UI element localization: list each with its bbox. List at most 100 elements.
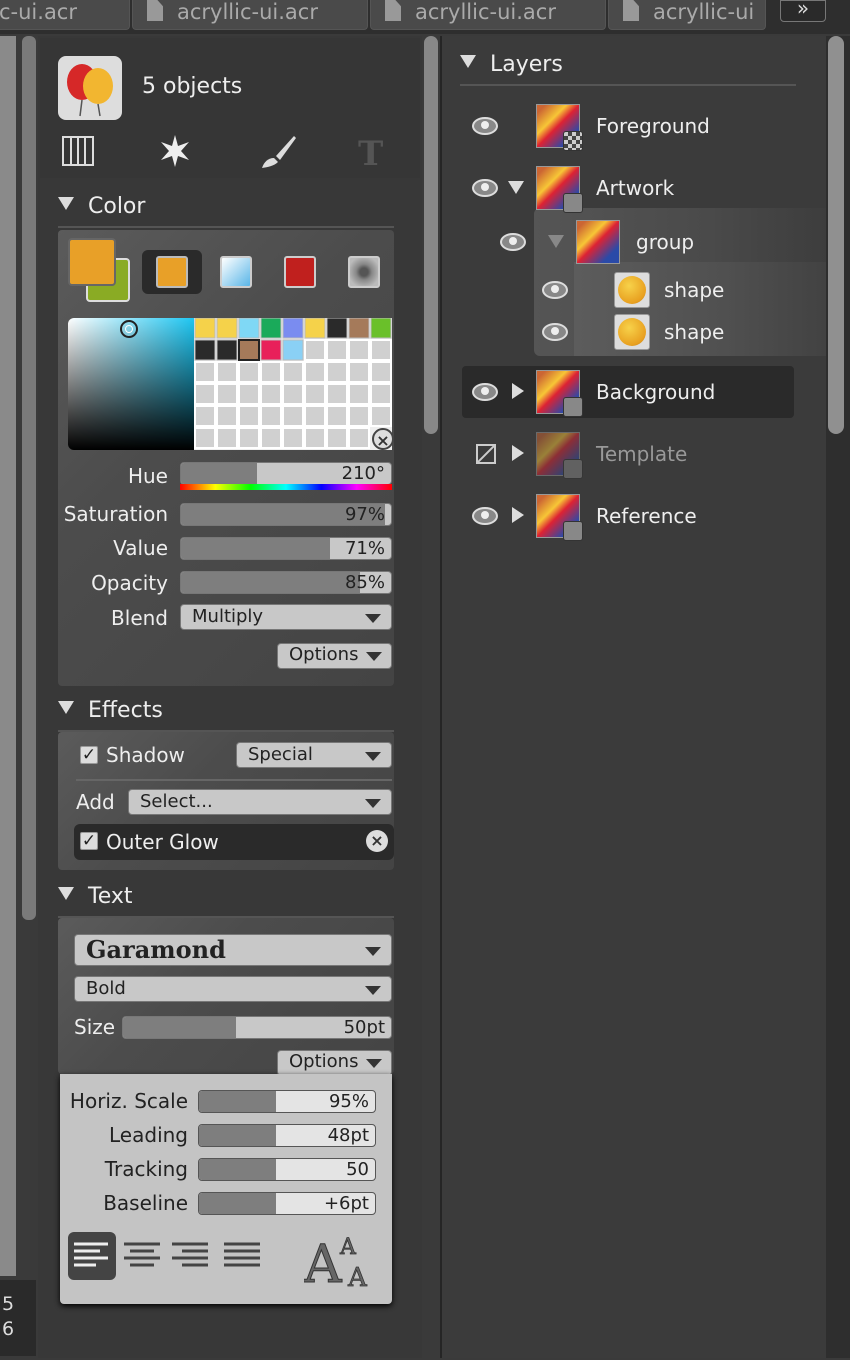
document-tab[interactable]: acryllic-ui.acr (370, 0, 606, 30)
eye-icon[interactable] (542, 323, 568, 341)
layer-name[interactable]: Foreground (596, 114, 710, 138)
align-left-button[interactable] (68, 1232, 116, 1280)
layer-name[interactable]: shape (664, 320, 724, 344)
horiz-scale-slider[interactable]: 95% (198, 1090, 376, 1113)
document-tab[interactable]: acryllic-ui.acr (132, 0, 368, 30)
clear-palette-icon[interactable]: × (372, 428, 394, 450)
shadow-mode-select[interactable]: Special (236, 742, 392, 768)
eye-icon[interactable] (542, 281, 568, 299)
effects-section-header[interactable]: Effects (58, 698, 163, 723)
leading-label: Leading (109, 1123, 188, 1147)
layer-name[interactable]: shape (664, 278, 724, 302)
saturation-value-field[interactable] (68, 318, 194, 450)
vector-path-icon (563, 459, 583, 479)
blend-mode-select[interactable]: Multiply (180, 604, 392, 630)
collapse-icon (460, 55, 476, 68)
select-value: Bold (86, 978, 126, 999)
expand-right-icon[interactable] (512, 507, 524, 523)
section-title: Effects (88, 698, 163, 723)
hue-spectrum (180, 484, 392, 490)
effects-icon[interactable] (158, 134, 192, 168)
baseline-slider[interactable]: +6pt (198, 1192, 376, 1215)
layer-thumbnail (536, 494, 583, 541)
eye-icon[interactable] (472, 179, 498, 197)
chevron-down-icon (365, 947, 381, 956)
brush-icon[interactable] (258, 134, 298, 170)
color-palette[interactable] (194, 317, 392, 450)
columns-icon[interactable] (62, 136, 94, 166)
section-title: Layers (490, 52, 563, 77)
size-label: Size (74, 1015, 116, 1039)
leading-slider[interactable]: 48pt (198, 1124, 376, 1147)
slider-value: 97% (344, 504, 385, 525)
text-style-icon[interactable]: AAA (303, 1230, 378, 1296)
canvas-scrollbar[interactable] (22, 36, 36, 920)
eye-icon[interactable] (472, 507, 498, 525)
font-weight-select[interactable]: Bold (74, 976, 392, 1002)
font-family-select[interactable]: Garamond (74, 934, 392, 966)
expand-down-icon[interactable] (548, 235, 564, 248)
properties-scrollbar[interactable] (424, 36, 438, 434)
hue-slider[interactable]: 210° (180, 462, 392, 485)
eye-icon[interactable] (472, 117, 498, 135)
blend-label: Blend (111, 606, 168, 630)
document-tab[interactable]: c-ui.acr (0, 0, 130, 30)
divider (460, 84, 796, 86)
expand-right-icon[interactable] (512, 383, 524, 399)
color-picker-handle[interactable] (120, 320, 138, 338)
horiz-scale-label: Horiz. Scale (69, 1089, 188, 1113)
document-tab-bar: c-ui.acr acryllic-ui.acr acryllic-ui.acr… (0, 0, 850, 34)
tab-label: acryllic-ui.acr (177, 0, 318, 24)
saturation-slider[interactable]: 97% (180, 503, 392, 526)
layer-name[interactable]: Background (596, 380, 715, 404)
layer-name[interactable]: Artwork (596, 176, 674, 200)
layers-section-header[interactable]: Layers (460, 52, 563, 77)
layer-name[interactable]: group (636, 230, 694, 254)
expand-right-icon[interactable] (512, 445, 524, 461)
shadow-checkbox[interactable]: ✓ (80, 746, 98, 764)
solid-fill-button[interactable] (142, 250, 202, 294)
eye-icon[interactable] (472, 383, 498, 401)
justify-button[interactable] (220, 1234, 264, 1278)
svg-text:A: A (339, 1235, 357, 1260)
document-tab[interactable]: acryllic-ui (608, 0, 766, 30)
text-tool-icon[interactable]: T (358, 134, 383, 174)
collapse-icon (58, 197, 74, 210)
svg-text:A: A (304, 1235, 343, 1290)
status-area: 56 (0, 1280, 36, 1356)
image-fill-button[interactable] (348, 256, 380, 288)
opacity-slider[interactable]: 85% (180, 571, 392, 594)
shape-thumbnail (614, 272, 650, 308)
expand-down-icon[interactable] (508, 181, 524, 194)
foreground-color-swatch[interactable] (68, 238, 116, 286)
balloons-icon (58, 56, 122, 120)
layer-thumbnail (576, 220, 620, 264)
layer-name[interactable]: Reference (596, 504, 697, 528)
size-slider[interactable]: 50pt (122, 1016, 392, 1039)
pattern-fill-button[interactable] (284, 256, 316, 288)
layer-name[interactable]: Template (596, 442, 687, 466)
color-section-header[interactable]: Color (58, 194, 145, 219)
outer-glow-checkbox[interactable]: ✓ (80, 832, 98, 850)
tracking-slider[interactable]: 50 (198, 1158, 376, 1181)
eye-icon[interactable] (500, 233, 526, 251)
value-label: Value (113, 536, 168, 560)
layers-scrollbar[interactable] (828, 36, 844, 434)
layer-thumbnail (536, 432, 583, 479)
text-section-header[interactable]: Text (58, 884, 133, 909)
align-right-button[interactable] (168, 1234, 212, 1278)
more-tabs-button[interactable]: » (780, 0, 826, 22)
gradient-fill-button[interactable] (220, 256, 252, 288)
checker-icon (563, 131, 583, 151)
add-effect-select[interactable]: Select... (128, 789, 392, 815)
hidden-visibility-icon[interactable] (476, 444, 496, 464)
chevron-down-icon (365, 986, 381, 995)
text-options-button[interactable]: Options (277, 1050, 392, 1076)
button-label: Options (289, 644, 359, 665)
collapse-icon (58, 701, 74, 714)
align-center-button[interactable] (120, 1234, 164, 1278)
value-slider[interactable]: 71% (180, 537, 392, 560)
color-options-button[interactable]: Options (277, 643, 392, 669)
remove-effect-icon[interactable]: × (366, 830, 388, 852)
collapse-icon (58, 887, 74, 900)
